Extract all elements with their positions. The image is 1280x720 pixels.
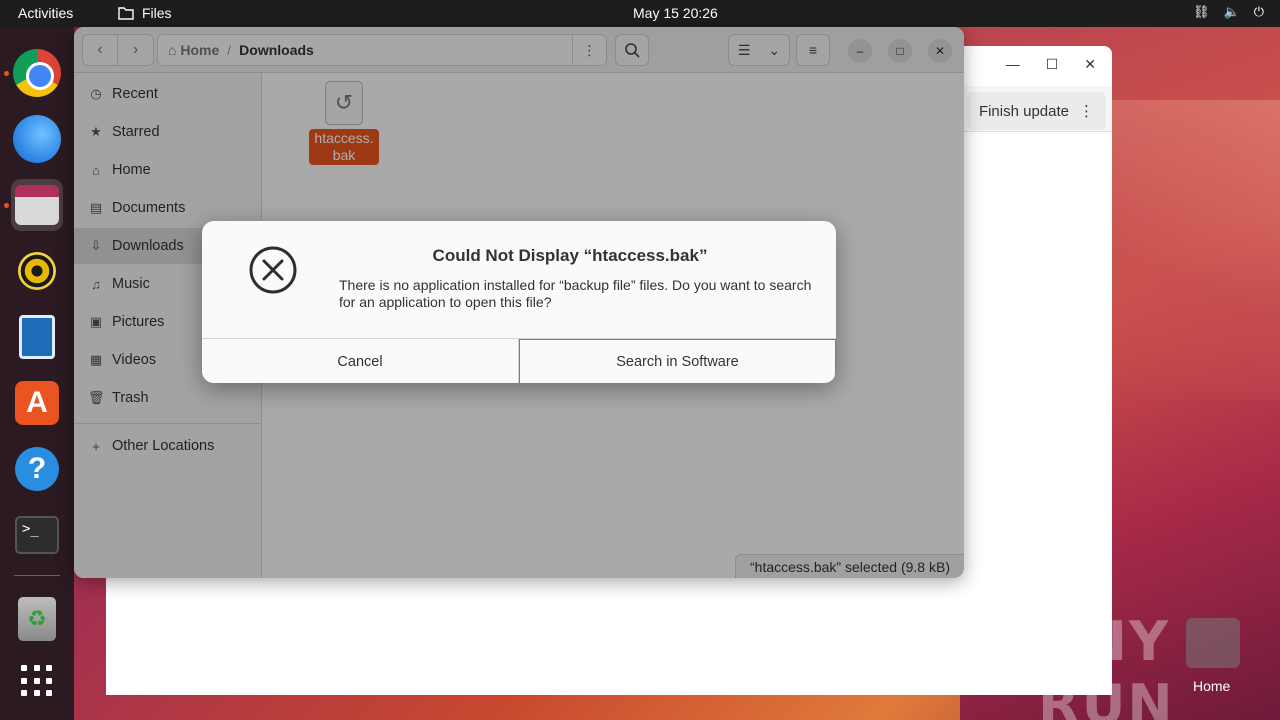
running-indicator	[4, 71, 9, 76]
terminal-icon: >_	[15, 516, 59, 554]
chrome-icon	[13, 49, 61, 97]
maximize-icon[interactable]: ☐	[1046, 56, 1059, 73]
system-tray[interactable]: ⛓ 🔈 ⏻	[1193, 4, 1264, 20]
dialog-title: Could Not Display “htaccess.bak”	[432, 246, 708, 265]
dialog-message: There is no application installed for “b…	[339, 277, 812, 310]
recycle-icon: ♻	[18, 597, 56, 641]
dock-help[interactable]: ?	[11, 443, 63, 495]
volume-icon: 🔈	[1223, 4, 1240, 19]
finish-update-button[interactable]: Finish update ⋮	[966, 92, 1106, 130]
background-window-controls: — ☐ ✕	[1006, 56, 1096, 73]
dock-separator	[14, 575, 60, 576]
network-icon: ⛓	[1193, 4, 1210, 19]
app-center-icon: A	[15, 381, 59, 425]
dock-thunderbird[interactable]	[11, 113, 63, 165]
show-apps-button[interactable]	[11, 655, 63, 707]
rhythmbox-icon	[18, 252, 56, 290]
help-icon: ?	[15, 447, 59, 491]
power-icon: ⏻	[1253, 4, 1264, 19]
dock-app-center[interactable]: A	[11, 377, 63, 429]
desktop-home-label: Home	[1193, 678, 1231, 694]
app-menu[interactable]: Files	[118, 5, 172, 21]
anyrun-watermark: ANY RUN	[1038, 610, 1175, 720]
finish-update-label: Finish update	[978, 102, 1069, 120]
dock-writer[interactable]	[11, 311, 63, 363]
activities-button[interactable]: Activities	[18, 5, 73, 21]
dock: A ? >_ ♻	[0, 27, 74, 720]
writer-icon	[19, 315, 55, 359]
dock-rhythmbox[interactable]	[11, 245, 63, 297]
folder-icon	[118, 7, 134, 20]
minimize-icon[interactable]: —	[1006, 56, 1020, 73]
dock-trash[interactable]: ♻	[11, 593, 63, 645]
app-grid-icon	[21, 665, 53, 697]
close-icon[interactable]: ✕	[1084, 56, 1096, 73]
desktop-home-icon[interactable]	[1186, 618, 1240, 668]
cancel-button[interactable]: Cancel	[202, 339, 519, 383]
app-menu-label: Files	[142, 5, 172, 21]
dock-files[interactable]	[11, 179, 63, 231]
thunderbird-icon	[13, 115, 61, 163]
dock-chrome[interactable]	[11, 47, 63, 99]
dialog-buttons: Cancel Search in Software	[202, 338, 836, 383]
wallpaper-highlight	[1110, 100, 1280, 400]
search-in-software-button[interactable]: Search in Software	[519, 339, 836, 383]
kebab-menu-icon: ⋮	[1079, 103, 1094, 120]
dock-terminal[interactable]: >_	[11, 509, 63, 561]
running-indicator	[4, 203, 9, 208]
files-icon	[15, 185, 59, 225]
top-bar: Activities Files May 15 20:26 ⛓ 🔈 ⏻	[0, 0, 1280, 27]
clock[interactable]: May 15 20:26	[633, 5, 718, 21]
error-dialog: Could Not Display “htaccess.bak” There i…	[202, 221, 836, 383]
